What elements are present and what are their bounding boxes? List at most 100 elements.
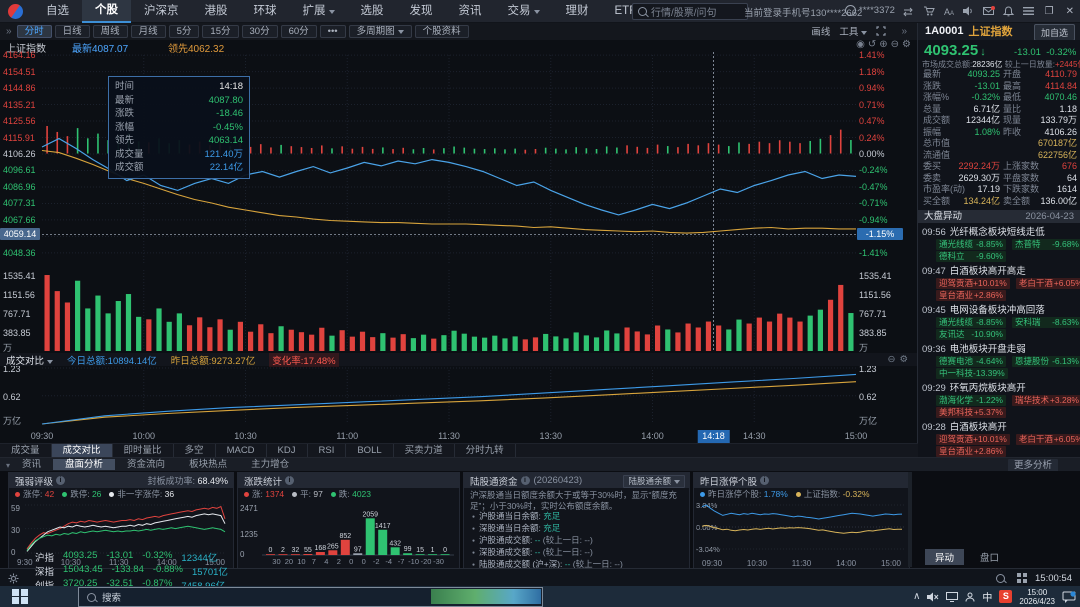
stock-chip[interactable]: 迎驾贡酒 +10.01% [936,278,1010,289]
sogou-icon[interactable]: S [999,590,1013,603]
grid-icon[interactable] [1017,573,1028,583]
scrollbar[interactable] [908,472,912,567]
stock-chip[interactable]: 友讯达 -10.90% [936,329,1006,340]
stock-chip[interactable]: 瑞华技术 +3.28% [1012,395,1080,406]
global-search-input[interactable]: 行情/股票/问句 [632,3,748,20]
status-index-沪指[interactable]: 沪指 4093.25 -13.01 -0.32% 12344亿 [35,550,231,564]
taskbar-search[interactable]: 搜索 [78,587,543,607]
period-tab-60分[interactable]: 60分 [280,24,317,38]
period-tab-5分[interactable]: 5分 [168,24,200,38]
statusbar-search-icon[interactable] [996,573,1006,583]
updown-histogram[interactable]: 247112350 0 2 32 55 168 265852972059141743299 1… [238,499,457,567]
period-tab-15分[interactable]: 15分 [202,24,239,38]
period-tab-多周期图[interactable]: 多周期图 [348,24,412,38]
speaker-icon[interactable] [963,6,975,17]
nav-tab-港股[interactable]: 港股 [192,0,241,22]
nav-tab-沪深京[interactable]: 沪深京 [131,0,192,22]
info-icon[interactable]: i [56,476,66,485]
indicator-tab-RSI[interactable]: RSI [308,444,347,458]
market-move-item[interactable]: 09:28 白酒板块高开 迎驾贡酒 +10.01% 老白干酒 +6.05% 皇台酒业 +2.8… [918,421,1080,457]
draw-line-button[interactable]: 画线 [811,24,830,38]
period-tab-月线[interactable]: 月线 [130,24,166,38]
intraday-chart-area[interactable]: 上证指数 最新4087.07 领先4062.32 ◉↺⊕⊖⚙ 4164.16 1.… [0,39,918,443]
stock-chip[interactable]: 老白干酒 +6.05% [1015,278,1080,289]
stock-chip[interactable]: 渤海化学 -1.22% [936,395,1006,406]
market-move-item[interactable]: 09:45 电网设备板块冲高回落 通光线缆 -8.85% 安科瑞 -8.63% 友讯达 -10… [918,304,1080,341]
indicator-tab-成交对比[interactable]: 成交对比 [51,444,113,458]
stock-chip[interactable]: 通光线缆 -8.85% [936,239,1006,250]
nav-tab-扩展[interactable]: 扩展 [290,0,348,22]
northbound-balance-dropdown[interactable]: 陆股通余额 [623,475,685,488]
ime-indicator[interactable]: 中 [982,589,992,604]
account-id[interactable]: ****3372 [845,5,895,16]
volume-chart[interactable] [0,268,918,353]
market-move-item[interactable]: 09:56 光纤概念板块短线走低 通光线缆 -8.85% 杰普特 -9.68% 德科立 -9.… [918,226,1080,263]
minimize-button[interactable]: ─ [1026,6,1033,17]
nav-tab-个股[interactable]: 个股 [82,0,131,23]
stock-chip[interactable]: 迎驾贡酒 +10.01% [936,434,1010,445]
stock-chip[interactable]: 德赛电池 -4.64% [936,356,1006,367]
mail-icon[interactable] [983,5,995,17]
indicator-tab-即时量比[interactable]: 即时量比 [113,444,174,458]
nav-tab-自选[interactable]: 自选 [33,0,82,22]
gear-icon[interactable] [8,573,19,584]
stock-chip[interactable]: 皇台酒业 +2.86% [936,290,1006,301]
more-analysis-link[interactable]: 更多分析 [1007,458,1058,472]
stock-chip[interactable]: 中一科技 -13.39% [936,368,1008,379]
nav-tab-交易[interactable]: 交易 [495,0,553,22]
contact-icon[interactable] [965,592,975,602]
nav-tab-发现[interactable]: 发现 [397,0,446,22]
market-move-item[interactable]: 09:29 环氧丙烷板块高开 渤海化学 -1.22% 瑞华技术 +3.28% 美邦科技 +5.… [918,382,1080,419]
market-move-item[interactable]: 09:47 白酒板块高开高走 迎驾贡酒 +10.01% 老白干酒 +6.05% 皇台酒业 +2… [918,265,1080,302]
stock-chip[interactable]: 美邦科技 +5.37% [936,407,1006,418]
nav-tab-环球[interactable]: 环球 [241,0,290,22]
info-icon[interactable]: i [520,476,530,485]
indicator-tab-KDJ[interactable]: KDJ [267,444,308,458]
period-tab-•••[interactable]: ••• [319,24,346,38]
section-tab-资金流向[interactable]: 资金流向 [115,459,177,470]
status-index-深指[interactable]: 深指 15043.45 -133.84 -0.88% 15701亿 [35,564,231,578]
turnover-title[interactable]: 成交对比 [6,353,54,367]
stock-chip[interactable]: 老白干酒 +6.05% [1015,434,1080,445]
font-size-icon[interactable]: AA [943,6,955,17]
stock-chip[interactable]: 德科立 -9.60% [936,251,1006,262]
indicator-tab-BOLL[interactable]: BOLL [346,444,394,458]
indicator-tab-成交量[interactable]: 成交量 [0,444,52,458]
section-tab-主力增仓[interactable]: 主力增仓 [239,459,301,470]
indicator-tab-多空[interactable]: 多空 [174,444,216,458]
maximize-button[interactable]: ❐ [1045,6,1054,17]
display-icon[interactable] [946,591,959,602]
collapse-right-icon[interactable]: » [901,26,907,37]
stock-chip[interactable]: 通光线缆 -8.85% [936,317,1006,328]
swap-icon[interactable] [903,6,915,17]
tools-dropdown[interactable]: 工具 [839,24,868,38]
period-tab-个股资料[interactable]: 个股资料 [414,24,469,38]
notification-icon[interactable] [1062,590,1076,603]
right-zone-tab-盘口[interactable]: 盘口 [970,549,1009,565]
period-tab-30分[interactable]: 30分 [241,24,278,38]
limitup-chart[interactable]: 3.04%0.00%-3.04% [694,499,907,556]
section-tab-板块热点[interactable]: 板块热点 [177,459,239,470]
section-tab-盘面分析[interactable]: 盘面分析 [53,459,116,470]
period-tab-日线[interactable]: 日线 [54,24,90,38]
add-watchlist-button[interactable]: 加自选 [1033,24,1075,41]
info-icon[interactable]: i [285,476,295,485]
info-icon[interactable]: i [760,476,770,485]
stock-chip[interactable]: 皇台酒业 +2.86% [936,446,1006,457]
chart-zoom-controls[interactable]: ◉↺⊕⊖⚙ [856,39,914,50]
bell-icon[interactable] [1002,5,1015,17]
turnover-chart[interactable] [0,366,918,430]
nav-tab-资讯[interactable]: 资讯 [446,0,495,22]
section-tab-资讯[interactable]: 资讯 [10,459,53,470]
indicator-tab-分时九转[interactable]: 分时九转 [455,444,516,458]
tray-expand-icon[interactable]: ∧ [913,591,920,602]
right-zone-tab-异动[interactable]: 异动 [925,549,965,565]
nav-tab-理财[interactable]: 理财 [553,0,602,22]
stock-chip[interactable]: 杰普特 -9.68% [1012,239,1080,250]
indicator-tab-买卖力道[interactable]: 买卖力道 [394,444,455,458]
period-tab-周线[interactable]: 周线 [92,24,128,38]
panel-mini-controls[interactable]: ⊖⚙ [888,354,912,365]
indicator-tab-MACD[interactable]: MACD [216,444,267,458]
close-button[interactable]: ✕ [1066,6,1074,17]
period-tab-分时[interactable]: 分时 [16,24,52,38]
